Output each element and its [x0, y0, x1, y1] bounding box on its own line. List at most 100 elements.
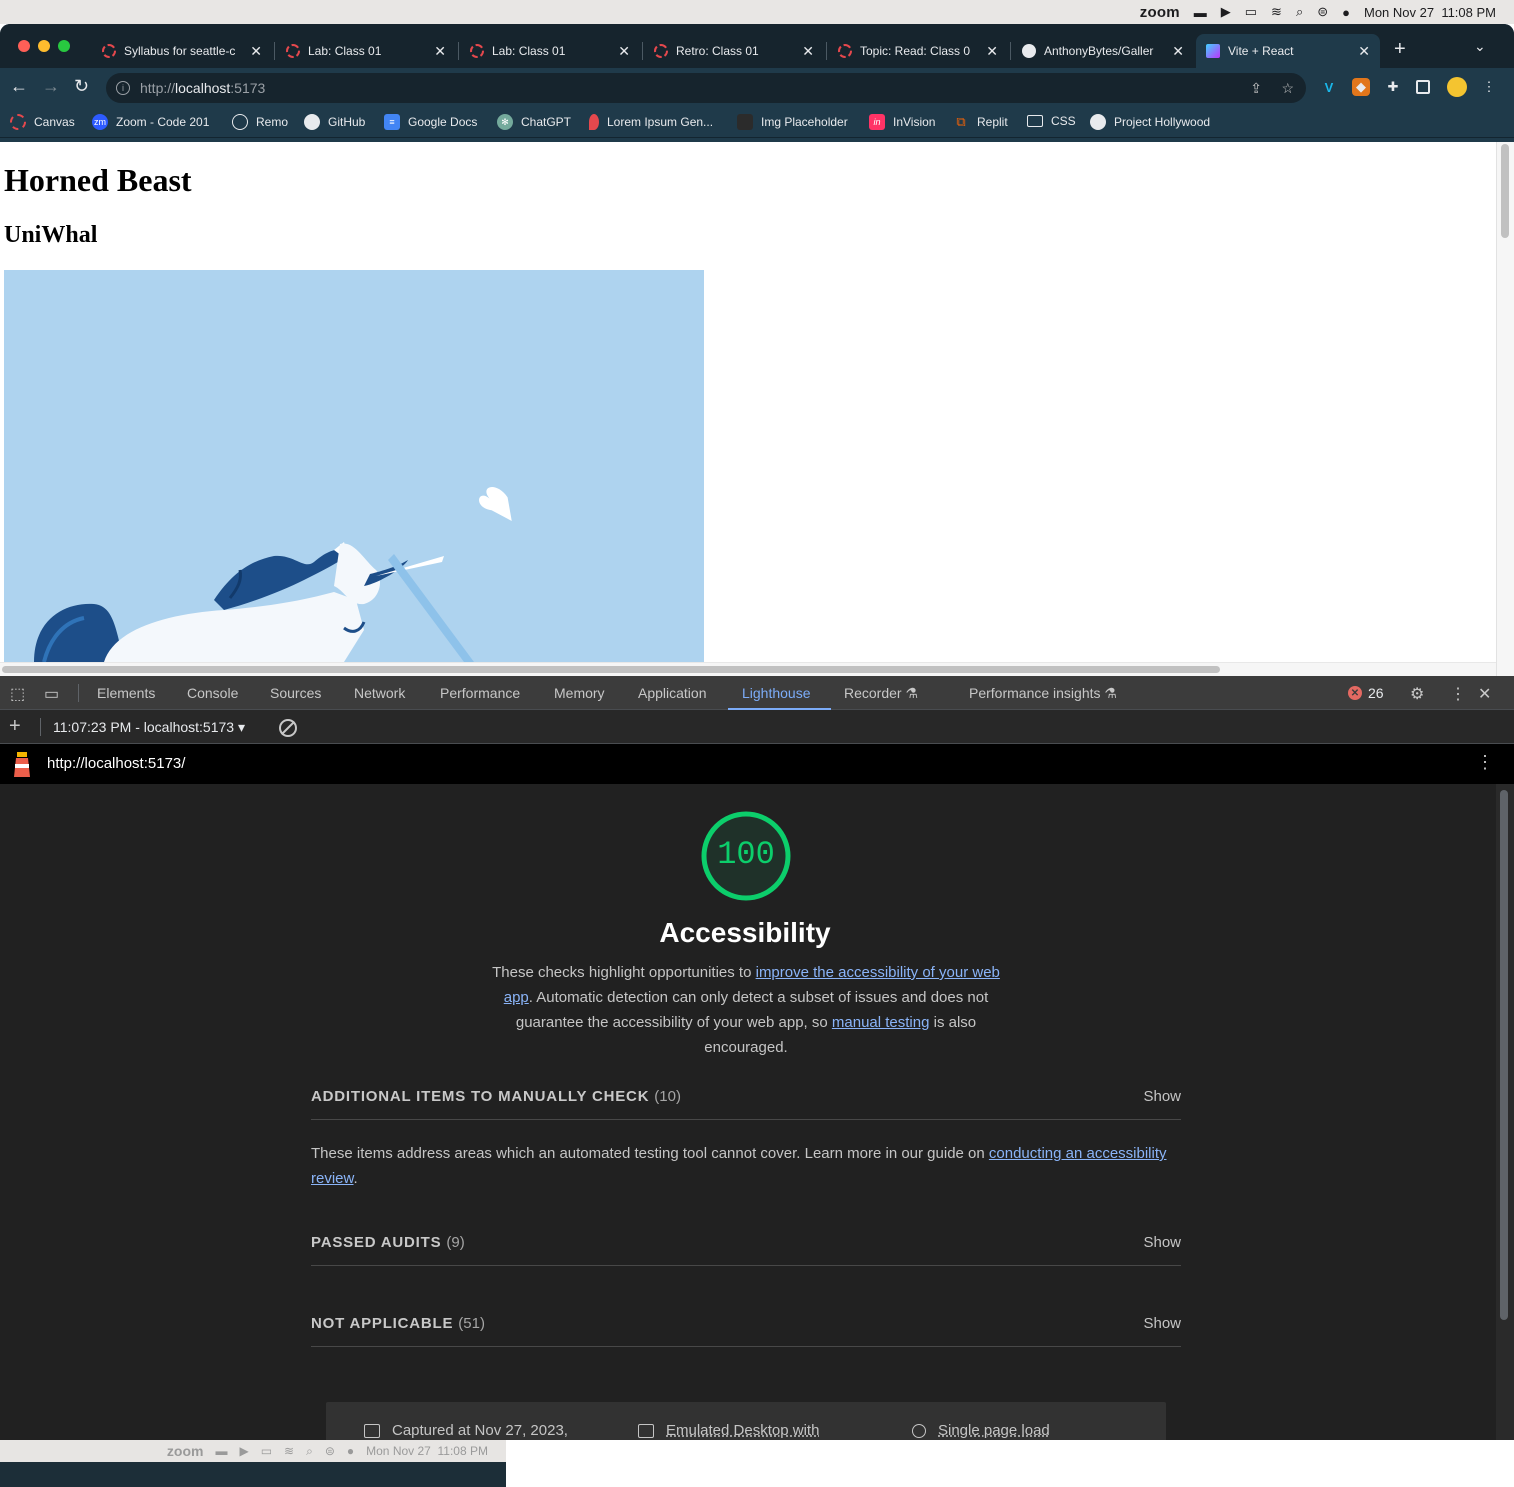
bookmark-google-docs[interactable]: ≡ Google Docs	[384, 114, 477, 130]
bookmark-chatgpt[interactable]: ✻ ChatGPT	[497, 114, 571, 130]
search-icon[interactable]: ⌕	[1296, 4, 1303, 20]
error-count-badge[interactable]: ✕ 26	[1348, 685, 1384, 701]
bookmark-remo[interactable]: Remo	[232, 114, 288, 130]
maximize-window-button[interactable]	[58, 40, 70, 52]
report-menu-icon[interactable]: ⋮	[1476, 752, 1494, 773]
tab-topic-read[interactable]: Topic: Read: Class 0 ✕	[828, 34, 1008, 68]
show-toggle[interactable]: Show	[1143, 1234, 1181, 1251]
menubar-clock[interactable]: Mon Nov 27 11:08 PM	[1364, 5, 1496, 20]
tab-retro-class-01[interactable]: Retro: Class 01 ✕	[644, 34, 824, 68]
github-favicon-icon	[1022, 44, 1036, 58]
tab-recorder[interactable]: Recorder ⚗	[844, 685, 918, 702]
report-scrollbar[interactable]	[1496, 784, 1514, 1440]
close-window-button[interactable]	[18, 40, 30, 52]
tab-lab-class-01[interactable]: Lab: Class 01 ✕	[276, 34, 456, 68]
vertical-scrollbar[interactable]	[1496, 142, 1514, 676]
tab-performance[interactable]: Performance	[440, 685, 520, 701]
group-passed-audits[interactable]: PASSED AUDITS (9) Show	[311, 1220, 1181, 1266]
horizontal-scrollbar-thumb[interactable]	[2, 666, 1220, 673]
tab-application[interactable]: Application	[638, 685, 707, 701]
manual-testing-link[interactable]: manual testing	[832, 1014, 930, 1031]
reload-button[interactable]: ↻	[74, 76, 89, 97]
group-title: ADDITIONAL ITEMS TO MANUALLY CHECK (10)	[311, 1088, 681, 1105]
tab-lighthouse[interactable]: Lighthouse	[742, 685, 811, 701]
bookmark-canvas[interactable]: Canvas	[10, 114, 75, 130]
page-load-mode[interactable]: Single page load	[912, 1422, 1050, 1439]
tab-elements[interactable]: Elements	[97, 685, 155, 701]
tab-console[interactable]: Console	[187, 685, 238, 701]
address-bar[interactable]: i http://localhost:5173 ⇪ ☆	[106, 73, 1306, 103]
tab-lab-class-01-b[interactable]: Lab: Class 01 ✕	[460, 34, 640, 68]
close-tab-icon[interactable]: ✕	[1172, 43, 1184, 60]
bookmark-folder-css[interactable]: CSS	[1027, 114, 1076, 128]
report-selector[interactable]: 11:07:23 PM - localhost:5173 ▾	[53, 719, 245, 736]
site-info-icon[interactable]: i	[116, 81, 130, 95]
close-tab-icon[interactable]: ✕	[250, 43, 262, 60]
clear-reports-icon[interactable]	[279, 719, 297, 737]
tab-syllabus[interactable]: Syllabus for seattle-c ✕	[92, 34, 272, 68]
github-icon	[1090, 114, 1106, 130]
extensions-puzzle-icon[interactable]: ✚	[1384, 78, 1402, 96]
close-tab-icon[interactable]: ✕	[618, 43, 630, 60]
score-value: 100	[717, 836, 775, 873]
battery-icon[interactable]: ▭	[1245, 4, 1257, 20]
img-placeholder-icon	[737, 114, 753, 130]
side-panel-icon[interactable]	[1416, 80, 1430, 94]
device-toolbar-icon[interactable]: ▭	[44, 684, 59, 704]
close-tab-icon[interactable]: ✕	[802, 43, 814, 60]
bookmark-star-icon[interactable]: ☆	[1281, 80, 1294, 97]
close-devtools-icon[interactable]: ✕	[1478, 684, 1491, 704]
tab-vite-react[interactable]: Vite + React ✕	[1196, 34, 1380, 68]
group-manual-checks[interactable]: ADDITIONAL ITEMS TO MANUALLY CHECK (10) …	[311, 1074, 1181, 1120]
bookmark-img-placeholder[interactable]: Img Placeholder	[737, 114, 848, 130]
devtools-menu-icon[interactable]: ⋮	[1450, 684, 1466, 704]
profile-avatar[interactable]	[1447, 77, 1467, 97]
show-toggle[interactable]: Show	[1143, 1088, 1181, 1105]
emulated-device[interactable]: Emulated Desktop with	[638, 1422, 819, 1439]
tab-performance-insights[interactable]: Performance insights ⚗	[969, 685, 1117, 702]
settings-gear-icon[interactable]: ⚙	[1410, 684, 1424, 704]
tab-sources[interactable]: Sources	[270, 685, 321, 701]
show-toggle[interactable]: Show	[1143, 1315, 1181, 1332]
battery-icon: ▭	[260, 1444, 273, 1458]
vertical-scrollbar-thumb[interactable]	[1501, 144, 1509, 238]
tab-github-gallery[interactable]: AnthonyBytes/Galler ✕	[1012, 34, 1194, 68]
beast-image[interactable]	[4, 270, 704, 662]
new-report-button[interactable]: +	[9, 715, 21, 738]
tab-memory[interactable]: Memory	[554, 685, 605, 701]
new-tab-button[interactable]: +	[1394, 38, 1406, 61]
siri-icon[interactable]: ●	[1342, 5, 1350, 20]
report-scrollbar-thumb[interactable]	[1500, 790, 1508, 1320]
tab-network[interactable]: Network	[354, 685, 405, 701]
bookmark-lorem-ipsum[interactable]: Lorem Ipsum Gen...	[589, 114, 713, 130]
wifi-icon[interactable]: ≋	[1271, 4, 1282, 20]
bookmark-zoom-code-201[interactable]: zm Zoom - Code 201	[92, 114, 209, 130]
canvas-icon	[10, 114, 26, 130]
play-icon[interactable]: ▶	[1221, 4, 1231, 20]
zoom-menu-item[interactable]: zoom	[1140, 4, 1180, 21]
horizontal-scrollbar[interactable]	[0, 662, 1496, 676]
tab-search-chevron-icon[interactable]: ⌄	[1474, 38, 1486, 55]
group-not-applicable[interactable]: NOT APPLICABLE (51) Show	[311, 1301, 1181, 1347]
inspect-element-icon[interactable]: ⬚	[10, 684, 25, 704]
browser-toolbar: ← → ↻ i http://localhost:5173 ⇪ ☆ V ◆ ✚ …	[0, 68, 1514, 108]
share-icon[interactable]: ⇪	[1250, 80, 1262, 97]
canvas-favicon-icon	[654, 44, 668, 58]
vimeo-extension-icon[interactable]: V	[1320, 78, 1338, 96]
bookmark-replit[interactable]: ⧉ Replit	[953, 114, 1007, 130]
metamask-extension-icon[interactable]: ◆	[1352, 78, 1370, 96]
close-tab-icon[interactable]: ✕	[434, 43, 446, 60]
close-tab-icon[interactable]: ✕	[1358, 43, 1370, 60]
car-icon: ▬	[215, 1444, 228, 1458]
close-tab-icon[interactable]: ✕	[986, 43, 998, 60]
bookmark-github[interactable]: GitHub	[304, 114, 365, 130]
forward-button[interactable]: →	[42, 76, 60, 97]
bookmark-invision[interactable]: in InVision	[869, 114, 935, 130]
minimize-window-button[interactable]	[38, 40, 50, 52]
back-button[interactable]: ←	[10, 76, 28, 97]
control-center-icon[interactable]: ⊜	[1317, 4, 1328, 20]
bookmark-project-hollywood[interactable]: Project Hollywood	[1090, 114, 1210, 130]
car-icon[interactable]: ▬	[1194, 5, 1207, 20]
google-docs-icon: ≡	[384, 114, 400, 130]
chrome-menu-icon[interactable]: ⋮	[1480, 78, 1498, 96]
